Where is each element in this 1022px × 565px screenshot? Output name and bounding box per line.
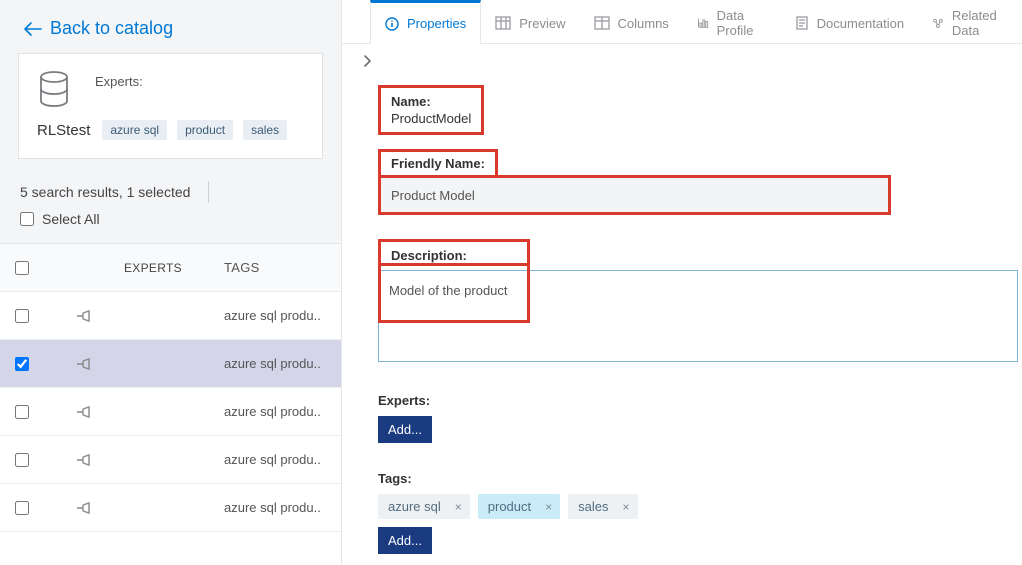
columns-icon	[594, 16, 610, 30]
results-count: 5 search results, 1 selected	[20, 184, 190, 200]
results-grid: EXPERTS TAGS azure sql produ.. azure sql…	[0, 243, 341, 565]
tag-pill[interactable]: product ×	[478, 494, 560, 519]
col-experts[interactable]: EXPERTS	[124, 261, 224, 275]
tab-properties[interactable]: Properties	[370, 0, 481, 44]
card-tag: azure sql	[102, 120, 167, 140]
pin-icon	[75, 501, 93, 515]
tag-text: product	[488, 499, 531, 514]
tab-columns[interactable]: Columns	[580, 0, 683, 43]
row-checkbox[interactable]	[15, 309, 29, 323]
pin-icon	[75, 453, 93, 467]
friendly-name-label: Friendly Name:	[391, 156, 485, 171]
chevron-right-icon	[362, 54, 372, 68]
description-label: Description:	[391, 248, 467, 263]
row-checkbox[interactable]	[15, 501, 29, 515]
back-label: Back to catalog	[50, 18, 173, 39]
select-all-label: Select All	[42, 211, 100, 227]
database-icon	[37, 70, 71, 108]
tab-label: Preview	[519, 16, 565, 31]
row-checkbox[interactable]	[15, 357, 29, 371]
card-title: RLStest	[37, 122, 90, 139]
tags-row: azure sql × product × sales ×	[378, 494, 1022, 519]
row-checkbox[interactable]	[15, 405, 29, 419]
description-highlight: Description:	[378, 239, 530, 266]
tab-documentation[interactable]: Documentation	[781, 0, 918, 43]
table-row[interactable]: azure sql produ..	[0, 292, 341, 340]
row-tags: azure sql produ..	[224, 356, 341, 371]
col-tags[interactable]: TAGS	[224, 260, 341, 275]
card-experts-label: Experts:	[95, 70, 143, 89]
friendly-name-highlight: Friendly Name:	[378, 149, 498, 175]
name-value: ProductModel	[391, 109, 471, 126]
header-checkbox[interactable]	[15, 261, 29, 275]
collapse-toggle[interactable]	[342, 44, 1022, 73]
dataset-card: Experts: RLStest azure sql product sales	[18, 53, 323, 159]
table-row[interactable]: azure sql produ..	[0, 340, 341, 388]
tab-dataprofile[interactable]: Data Profile	[683, 0, 781, 43]
row-tags: azure sql produ..	[224, 308, 341, 323]
table-row[interactable]: azure sql produ..	[0, 484, 341, 532]
bar-chart-icon	[697, 16, 709, 30]
tag-pill[interactable]: sales ×	[568, 494, 637, 519]
name-highlight: Name: ProductModel	[378, 85, 484, 135]
pin-icon	[75, 405, 93, 419]
description-input[interactable]	[378, 270, 1018, 362]
tags-label: Tags:	[378, 471, 1022, 486]
remove-tag-icon[interactable]: ×	[455, 500, 462, 514]
row-tags: azure sql produ..	[224, 452, 341, 467]
tab-preview[interactable]: Preview	[481, 0, 579, 43]
pin-icon	[75, 357, 93, 371]
document-icon	[795, 16, 809, 30]
arrow-left-icon	[22, 21, 42, 37]
tag-pill[interactable]: azure sql ×	[378, 494, 470, 519]
right-panel: Properties Preview Columns Data Profile …	[342, 0, 1022, 565]
row-checkbox[interactable]	[15, 453, 29, 467]
select-all-checkbox[interactable]	[20, 212, 34, 226]
tabs: Properties Preview Columns Data Profile …	[342, 0, 1022, 44]
table-row[interactable]: azure sql produ..	[0, 388, 341, 436]
row-tags: azure sql produ..	[224, 404, 341, 419]
add-tag-button[interactable]: Add...	[378, 527, 432, 554]
row-tags: azure sql produ..	[224, 500, 341, 515]
card-tag: product	[177, 120, 233, 140]
tab-label: Related Data	[952, 8, 1008, 38]
tab-label: Columns	[618, 16, 669, 31]
left-panel: Back to catalog Experts: RLStest azure s…	[0, 0, 342, 565]
pin-icon	[75, 309, 93, 323]
tab-label: Data Profile	[717, 8, 767, 38]
table-row[interactable]: azure sql produ..	[0, 436, 341, 484]
info-icon	[385, 17, 399, 31]
card-tag: sales	[243, 120, 287, 140]
tab-relateddata[interactable]: Related Data	[918, 0, 1022, 43]
tag-text: azure sql	[388, 499, 441, 514]
tag-text: sales	[578, 499, 608, 514]
grid-icon	[495, 16, 511, 30]
properties-body: Name: ProductModel Friendly Name: Descri…	[342, 73, 1022, 565]
divider	[208, 181, 209, 203]
select-all[interactable]: Select All	[0, 209, 341, 243]
friendly-name-input[interactable]	[381, 178, 888, 212]
add-expert-button[interactable]: Add...	[378, 416, 432, 443]
tab-label: Documentation	[817, 16, 904, 31]
related-icon	[932, 16, 944, 30]
name-label: Name:	[391, 94, 471, 109]
grid-header: EXPERTS TAGS	[0, 244, 341, 292]
experts-label: Experts:	[378, 393, 1022, 408]
remove-tag-icon[interactable]: ×	[545, 500, 552, 514]
tab-label: Properties	[407, 16, 466, 31]
remove-tag-icon[interactable]: ×	[623, 500, 630, 514]
back-to-catalog[interactable]: Back to catalog	[0, 0, 341, 53]
